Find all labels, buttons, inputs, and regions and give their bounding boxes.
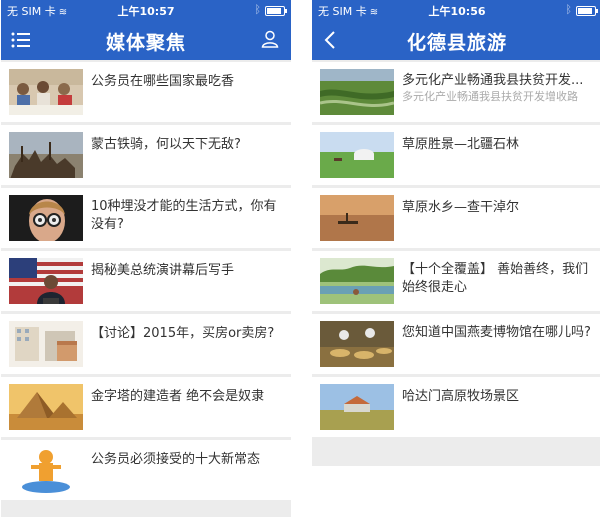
page-title: 媒体聚焦 bbox=[105, 32, 186, 54]
clock: 上午10:57 bbox=[117, 5, 175, 18]
navigation-bar: 化德县旅游 bbox=[312, 20, 600, 60]
article-thumbnail bbox=[320, 195, 394, 241]
article-thumbnail bbox=[9, 258, 83, 304]
list-item[interactable]: 金字塔的建造者 绝不会是奴隶 bbox=[1, 377, 291, 437]
page-title: 化德县旅游 bbox=[406, 32, 507, 54]
article-thumbnail bbox=[9, 321, 83, 367]
navigation-bar: 媒体聚焦 bbox=[1, 20, 291, 60]
list-item[interactable]: 【十个全覆盖】 善始善终，我们始终很走心 bbox=[312, 251, 600, 311]
article-thumbnail bbox=[320, 258, 394, 304]
huade-tourism-screen: 无 SIM 卡 ≋ 上午10:56 ᛒ 化德县旅游 多元化产业畅通我县扶贫开发..… bbox=[312, 0, 600, 466]
list-item[interactable]: 10种埋没才能的生活方式，你有没有? bbox=[1, 188, 291, 248]
article-title: 多元化产业畅通我县扶贫开发... 多元化产业畅通我县扶贫开发增收路 bbox=[402, 72, 594, 103]
article-thumbnail bbox=[9, 132, 83, 178]
article-title: 草原水乡—查干淖尔 bbox=[402, 200, 520, 215]
article-title: 金字塔的建造者 绝不会是奴隶 bbox=[91, 389, 265, 404]
article-title: 公务员必须接受的十大新常态 bbox=[91, 452, 261, 467]
media-focus-screen: 无 SIM 卡 ≋ 上午10:57 ᛒ 媒体聚焦 公务员在哪些国家最吃香 蒙古铁… bbox=[1, 0, 291, 517]
user-icon[interactable] bbox=[261, 30, 279, 48]
battery-icon bbox=[576, 6, 598, 16]
list-item[interactable]: 草原水乡—查干淖尔 bbox=[312, 188, 600, 248]
list-item[interactable]: 草原胜景—北疆石林 bbox=[312, 125, 600, 185]
article-thumbnail bbox=[9, 195, 83, 241]
battery-icon bbox=[265, 6, 287, 16]
article-thumbnail bbox=[320, 69, 394, 115]
article-title: 哈达门高原牧场景区 bbox=[402, 389, 520, 404]
list-item[interactable]: 您知道中国燕麦博物馆在哪儿吗? bbox=[312, 314, 600, 374]
article-title: 草原胜景—北疆石林 bbox=[402, 137, 520, 152]
article-thumbnail bbox=[320, 321, 394, 367]
article-thumbnail bbox=[320, 132, 394, 178]
article-title: 公务员在哪些国家最吃香 bbox=[91, 74, 235, 89]
bluetooth-icon: ᛒ bbox=[565, 3, 572, 16]
article-title: 揭秘美总统演讲幕后写手 bbox=[91, 263, 235, 278]
list-item[interactable]: 【讨论】2015年，买房or卖房? bbox=[1, 314, 291, 374]
article-title: 【讨论】2015年，买房or卖房? bbox=[91, 326, 275, 341]
list-item[interactable]: 哈达门高原牧场景区 bbox=[312, 377, 600, 437]
article-title: 蒙古铁骑，何以天下无敌? bbox=[91, 137, 241, 152]
article-subtitle: 多元化产业畅通我县扶贫开发增收路 bbox=[402, 90, 578, 103]
article-list: 公务员在哪些国家最吃香 蒙古铁骑，何以天下无敌? 10种埋没才能的生活方式，你有… bbox=[1, 62, 291, 503]
list-item[interactable]: 揭秘美总统演讲幕后写手 bbox=[1, 251, 291, 311]
status-bar: 无 SIM 卡 ≋ 上午10:56 ᛒ bbox=[312, 0, 600, 20]
article-title: 【十个全覆盖】 善始善终，我们始终很走心 bbox=[402, 262, 589, 295]
bluetooth-icon: ᛒ bbox=[254, 3, 261, 16]
article-thumbnail bbox=[9, 69, 83, 115]
list-item[interactable]: 公务员必须接受的十大新常态 bbox=[1, 440, 291, 500]
article-thumbnail bbox=[9, 447, 83, 493]
article-list: 多元化产业畅通我县扶贫开发... 多元化产业畅通我县扶贫开发增收路 草原胜景—北… bbox=[312, 62, 600, 440]
article-title: 10种埋没才能的生活方式，你有没有? bbox=[91, 199, 277, 232]
status-bar: 无 SIM 卡 ≋ 上午10:57 ᛒ bbox=[1, 0, 291, 20]
article-thumbnail bbox=[9, 384, 83, 430]
list-item[interactable]: 公务员在哪些国家最吃香 bbox=[1, 62, 291, 122]
article-title: 您知道中国燕麦博物馆在哪儿吗? bbox=[402, 325, 591, 340]
list-item[interactable]: 多元化产业畅通我县扶贫开发... 多元化产业畅通我县扶贫开发增收路 bbox=[312, 62, 600, 122]
list-item[interactable]: 蒙古铁骑，何以天下无敌? bbox=[1, 125, 291, 185]
clock: 上午10:56 bbox=[428, 5, 486, 18]
article-thumbnail bbox=[320, 384, 394, 430]
